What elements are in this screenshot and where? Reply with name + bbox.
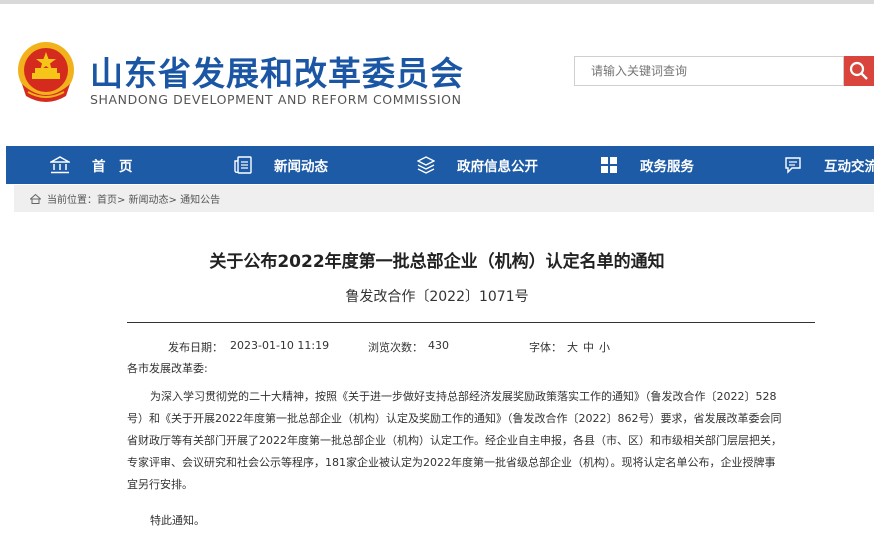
nav-item-interaction[interactable]: 互动交流 [784, 146, 874, 184]
font-size-label: 字体： [529, 341, 562, 354]
font-size-medium[interactable]: 中 [583, 339, 594, 355]
nav-label-services: 政务服务 [640, 159, 694, 175]
title-divider [127, 322, 815, 323]
home-icon [50, 156, 70, 174]
document-number: 鲁发改合作〔2022〕1071号 [345, 289, 529, 305]
nav-label-news: 新闻动态 [274, 159, 328, 175]
site-title: 山东省发展和改革委员会 [90, 54, 464, 93]
body-line: 宜另行安排。 [127, 478, 193, 491]
body-line: 号）和《关于开展2022年度第一批总部企业（机构）认定及奖励工作的通知》（鲁发改… [127, 412, 782, 425]
layers-icon [417, 156, 435, 174]
chat-icon [785, 157, 801, 174]
nav-label-home: 首 页 [92, 159, 133, 175]
nav-label-interaction: 互动交流 [824, 159, 874, 175]
nav-item-home[interactable]: 首 页 [50, 146, 133, 184]
nav-item-gov-info[interactable]: 政府信息公开 [417, 146, 538, 184]
grid-icon [601, 157, 617, 173]
publish-date: 2023-01-10 11:19 [230, 339, 330, 352]
font-size-large[interactable]: 大 [567, 339, 578, 355]
search-input[interactable] [575, 57, 841, 85]
nav-item-news[interactable]: 新闻动态 [234, 146, 328, 184]
site-subtitle: SHANDONG DEVELOPMENT AND REFORM COMMISSI… [90, 92, 462, 107]
breadcrumb-path[interactable]: 首页> 新闻动态> 通知公告 [97, 191, 220, 206]
top-border [0, 0, 874, 4]
closing-text: 特此通知。 [150, 514, 205, 527]
view-count-label: 浏览次数： [368, 341, 423, 354]
body-line: 为深入学习贯彻党的二十大精神，按照《关于进一步做好支持总部经济发展奖励政策落实工… [150, 390, 777, 403]
breadcrumb: 当前位置： 首页> 新闻动态> 通知公告 [14, 185, 874, 212]
view-count: 430 [428, 339, 449, 352]
salutation: 各市发展改革委: [127, 362, 208, 375]
nav-label-gov-info: 政府信息公开 [457, 159, 538, 175]
search-box [574, 56, 844, 86]
font-size-small[interactable]: 小 [599, 339, 610, 355]
publish-date-label: 发布日期： [168, 341, 223, 354]
news-icon [234, 156, 252, 174]
breadcrumb-prefix: 当前位置： [47, 195, 97, 206]
nav-item-services[interactable]: 政务服务 [600, 146, 694, 184]
body-line: 省财政厅等有关部门开展了2022年度第一批总部企业（机构）认定工作。经企业自主申… [127, 434, 782, 447]
body-line: 专家评审、会议研究和社会公示等程序，181家企业被认定为2022年度第一批省级总… [127, 456, 776, 469]
search-button[interactable] [844, 56, 874, 86]
national-emblem-icon [18, 42, 74, 102]
location-home-icon [30, 193, 41, 204]
search-icon [849, 61, 868, 80]
article-title: 关于公布2022年度第一批总部企业（机构）认定名单的通知 [209, 252, 665, 272]
main-nav: 首 页 新闻动态 政府信息公开 政务服务 互动交流 [6, 146, 874, 184]
